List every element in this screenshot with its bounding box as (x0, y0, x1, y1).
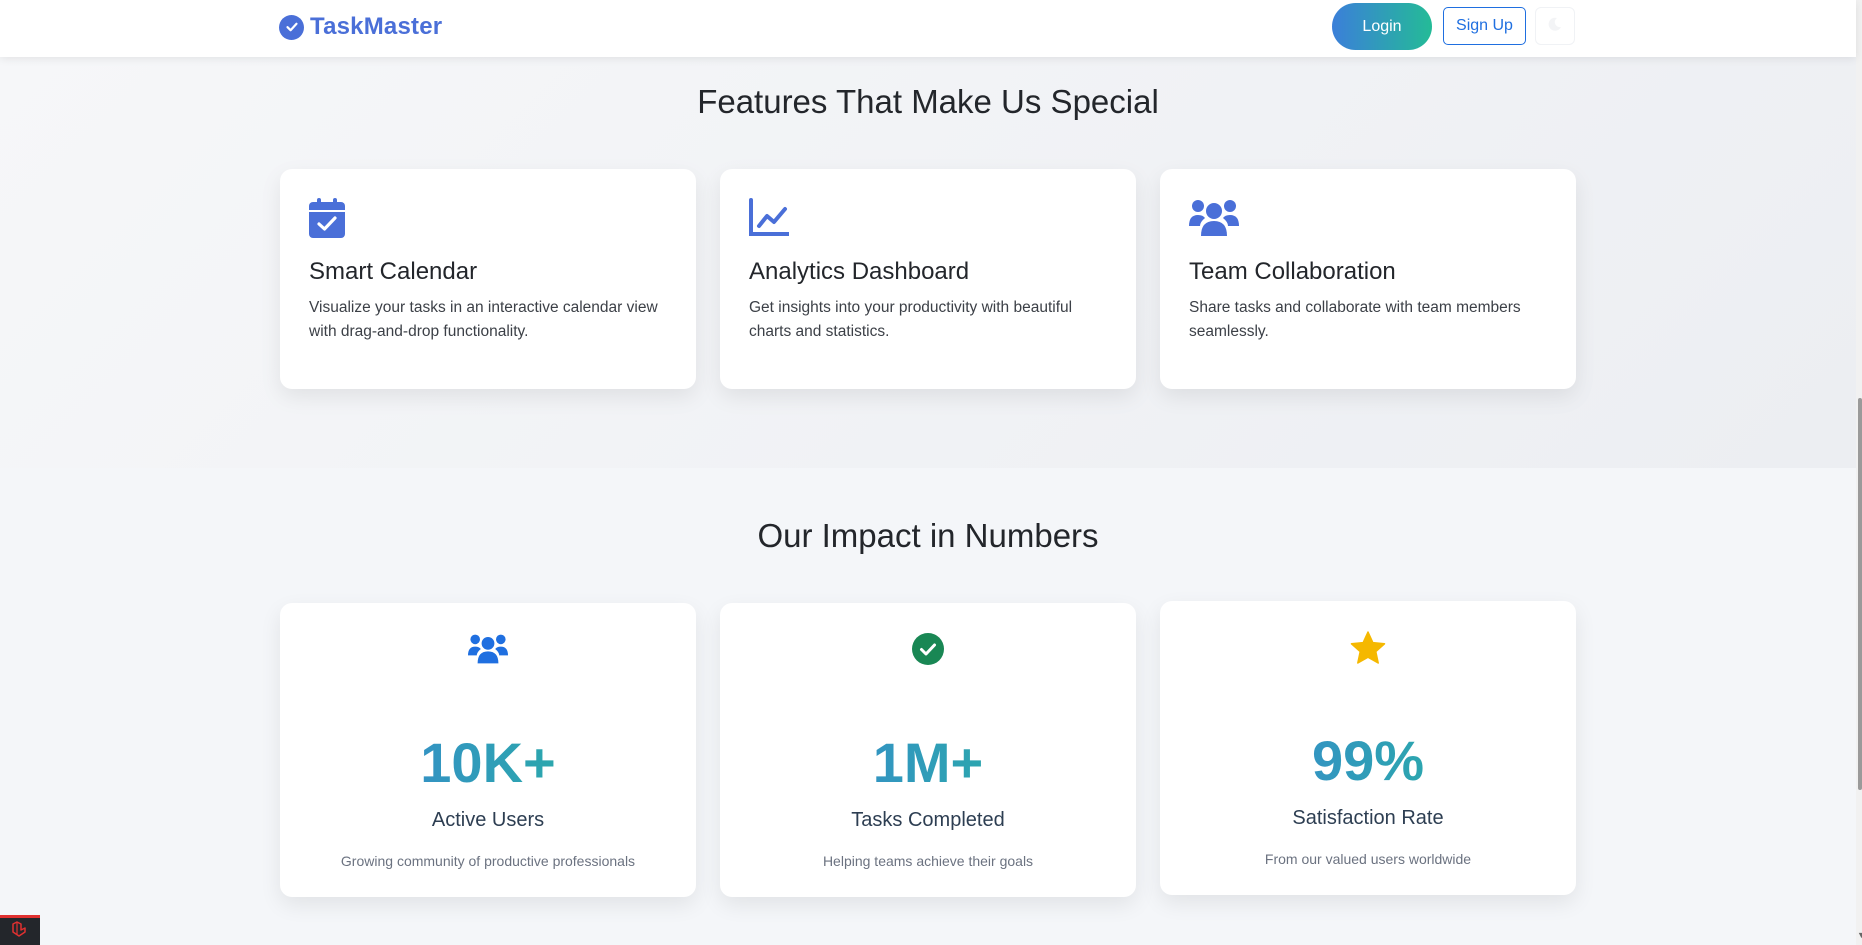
feature-description: Get insights into your productivity with… (749, 299, 1073, 340)
feature-title: Team Collaboration (1189, 258, 1396, 285)
stat-label: Tasks Completed (851, 809, 1005, 831)
chart-line-icon (749, 198, 791, 238)
stats-section: Our Impact in Numbers 10K+ Active Users … (0, 468, 1856, 945)
stat-description: Helping teams achieve their goals (822, 853, 1034, 869)
users-icon (1189, 198, 1239, 238)
laravel-logo-icon (11, 920, 29, 943)
navbar: TaskMaster Login Sign Up (0, 0, 1856, 57)
brand-logo[interactable]: TaskMaster (279, 13, 442, 41)
feature-title: Smart Calendar (309, 258, 478, 285)
feature-card-team-collaboration: Team Collaboration Share tasks and colla… (1160, 169, 1576, 389)
features-section: Features That Make Us Special Smart Cale… (0, 57, 1856, 468)
theme-toggle-button[interactable] (1535, 7, 1575, 45)
login-button[interactable]: Login (1332, 3, 1432, 50)
brand-name: TaskMaster (310, 13, 443, 40)
users-icon (280, 633, 696, 667)
feature-card-smart-calendar: Smart Calendar Visualize your tasks in a… (280, 169, 696, 389)
feature-description: Visualize your tasks in an interactive c… (309, 299, 658, 340)
stat-description: From our valued users worldwide (1264, 851, 1472, 867)
stat-card-satisfaction-rate: 99% Satisfaction Rate From our valued us… (1160, 601, 1576, 895)
stat-label: Satisfaction Rate (1292, 807, 1444, 829)
stat-label: Active Users (431, 809, 545, 831)
stat-value: 1M+ (720, 731, 1136, 795)
stat-value: 10K+ (280, 731, 696, 795)
page: TaskMaster Login Sign Up Features That M… (0, 0, 1862, 945)
stat-card-active-users: 10K+ Active Users Growing community of p… (280, 603, 696, 897)
scrollbar-thumb[interactable] (1858, 398, 1862, 790)
features-title: Features That Make Us Special (697, 83, 1159, 120)
debug-toolbar-toggle[interactable] (0, 915, 40, 945)
scroll-down-arrow-icon[interactable]: ▼ (1857, 930, 1862, 940)
check-circle-icon (279, 14, 304, 40)
star-icon (1160, 631, 1576, 665)
stats-title: Our Impact in Numbers (757, 517, 1099, 554)
feature-description: Share tasks and collaborate with team me… (1189, 299, 1521, 340)
stat-card-tasks-completed: 1M+ Tasks Completed Helping teams achiev… (720, 603, 1136, 897)
stat-value: 99% (1160, 729, 1576, 793)
feature-title: Analytics Dashboard (749, 258, 970, 285)
calendar-check-icon (309, 198, 349, 238)
signup-button[interactable]: Sign Up (1443, 7, 1526, 45)
check-circle-icon (720, 633, 1136, 667)
moon-icon (1547, 16, 1563, 37)
feature-card-analytics-dashboard: Analytics Dashboard Get insights into yo… (720, 169, 1136, 389)
stat-description: Growing community of productive professi… (340, 853, 636, 869)
